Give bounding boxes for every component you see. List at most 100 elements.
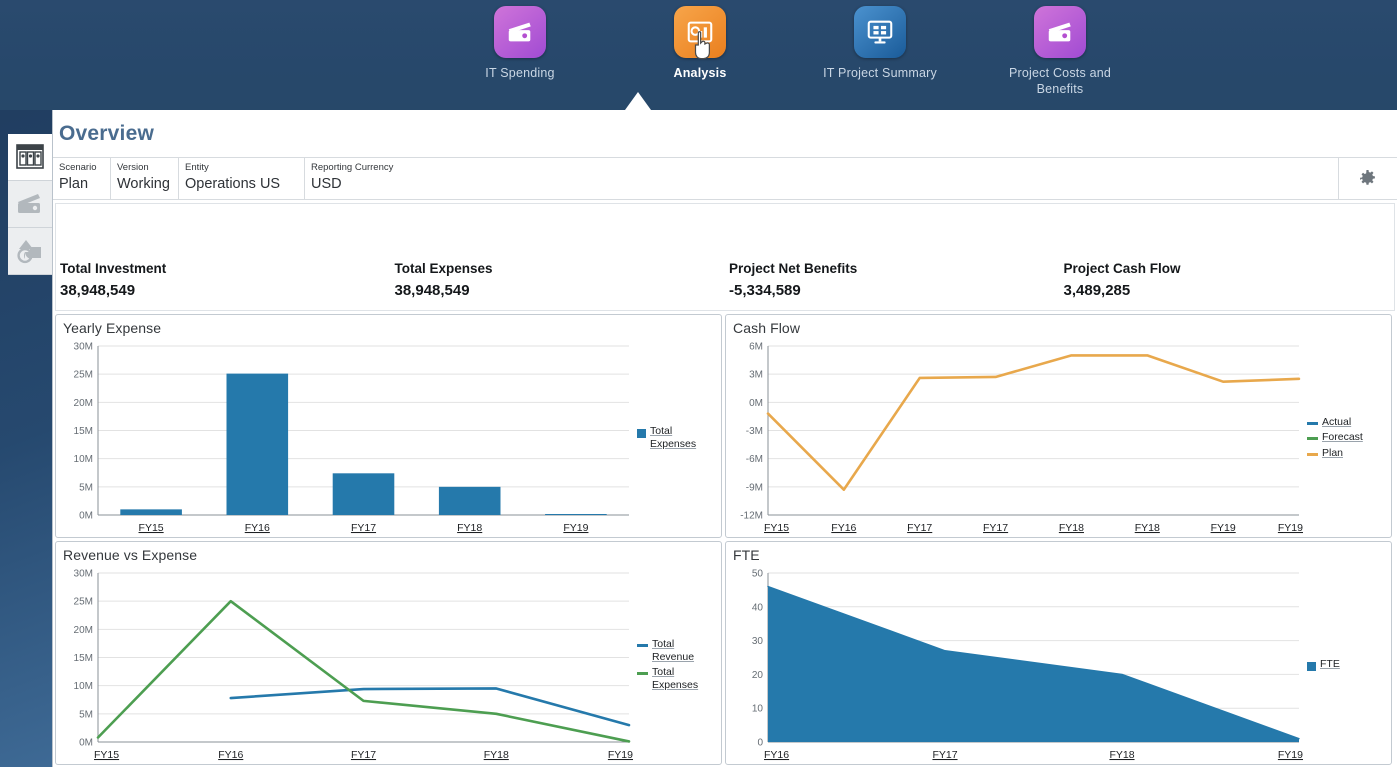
- nav-item-it-spending[interactable]: IT Spending: [460, 6, 580, 97]
- nav-item-analysis[interactable]: Analysis: [640, 6, 760, 97]
- legend-item[interactable]: FTE: [1307, 658, 1387, 671]
- chart-legend-cash-flow: Actual Forecast Plan: [1307, 338, 1391, 537]
- kpi-label: Project Cash Flow: [1064, 258, 1395, 280]
- svg-text:0: 0: [757, 738, 763, 749]
- svg-text:15M: 15M: [74, 426, 93, 437]
- svg-text:25M: 25M: [74, 597, 93, 608]
- svg-text:FY16: FY16: [218, 749, 243, 761]
- chart-title: Yearly Expense: [56, 315, 721, 338]
- svg-text:15M: 15M: [74, 653, 93, 664]
- legend-item[interactable]: Total Expenses: [637, 666, 717, 691]
- legend-swatch: [1307, 437, 1318, 440]
- chart-plot-fte[interactable]: 01020304050FY16FY17FY18FY19: [726, 565, 1307, 764]
- monitor-glyph: [865, 17, 895, 47]
- svg-text:FY19: FY19: [608, 749, 633, 761]
- chart-card-cash-flow: Cash Flow -12M-9M-6M-3M0M3M6MFY15FY16FY1…: [725, 314, 1392, 538]
- pov-value: Working: [117, 174, 168, 194]
- point-of-view-bar: Scenario Plan Version Working Entity Ope…: [53, 157, 1397, 200]
- settings-button[interactable]: [1338, 158, 1396, 199]
- chart-plot-yearly-expense[interactable]: 0M5M10M15M20M25M30MFY15FY16FY17FY18FY19: [56, 338, 637, 537]
- legend-label: Plan: [1322, 447, 1343, 460]
- monitor-dashboard-icon[interactable]: [854, 6, 906, 58]
- chart-title: Cash Flow: [726, 315, 1391, 338]
- rail-item-spending[interactable]: [8, 181, 52, 228]
- svg-text:10M: 10M: [74, 681, 93, 692]
- svg-text:FY19: FY19: [1278, 522, 1303, 534]
- svg-text:FY19: FY19: [1278, 749, 1303, 761]
- pov-entity[interactable]: Entity Operations US: [179, 158, 305, 199]
- kpi-project-cash-flow: Project Cash Flow 3,489,285: [1060, 204, 1395, 310]
- rail-item-analysis[interactable]: [8, 228, 52, 275]
- pov-scenario[interactable]: Scenario Plan: [53, 158, 111, 199]
- legend-label: Forecast: [1322, 431, 1363, 444]
- legend-item[interactable]: Plan: [1307, 447, 1387, 460]
- chart-legend-yearly-expense: Total Expenses: [637, 338, 721, 537]
- svg-text:FY15: FY15: [94, 749, 119, 761]
- pov-value: Operations US: [185, 174, 294, 194]
- kpi-project-net-benefits: Project Net Benefits -5,334,589: [725, 204, 1060, 310]
- svg-text:FY18: FY18: [1109, 749, 1134, 761]
- analysis-magnifier-icon[interactable]: [674, 6, 726, 58]
- svg-text:FY17: FY17: [983, 522, 1008, 534]
- svg-text:-3M: -3M: [746, 426, 763, 437]
- wallet-glyph: [1045, 17, 1075, 47]
- shapes-analysis-icon: [16, 238, 44, 264]
- top-nav-items: IT Spending Analysis: [460, 6, 1120, 97]
- legend-swatch: [1307, 422, 1318, 425]
- svg-text:20: 20: [752, 670, 764, 681]
- svg-text:20M: 20M: [74, 625, 93, 636]
- svg-text:FY16: FY16: [245, 522, 270, 534]
- chart-card-yearly-expense: Yearly Expense 0M5M10M15M20M25M30MFY15FY…: [55, 314, 722, 538]
- kpi-total-expenses: Total Expenses 38,948,549: [391, 204, 726, 310]
- wallet-icon: [16, 191, 44, 217]
- legend-swatch: [637, 672, 648, 675]
- kpi-label: Total Expenses: [395, 258, 726, 280]
- svg-text:3M: 3M: [749, 370, 763, 381]
- top-navigation-bar: IT Spending Analysis: [0, 0, 1397, 110]
- kpi-total-investment: Total Investment 38,948,549: [56, 204, 391, 310]
- nav-label: IT Spending: [485, 65, 554, 81]
- chart-card-revenue-vs-expense: Revenue vs Expense 0M5M10M15M20M25M30MFY…: [55, 541, 722, 765]
- legend-swatch: [637, 644, 648, 647]
- svg-text:0M: 0M: [749, 398, 763, 409]
- svg-text:FY18: FY18: [1059, 522, 1084, 534]
- rail-item-dashboard[interactable]: [8, 134, 52, 181]
- svg-text:0M: 0M: [79, 738, 93, 749]
- legend-item[interactable]: Actual: [1307, 416, 1387, 429]
- nav-label: Analysis: [673, 65, 726, 81]
- wallet-glyph: [505, 17, 535, 47]
- wallet-icon[interactable]: [1034, 6, 1086, 58]
- chart-plot-cash-flow[interactable]: -12M-9M-6M-3M0M3M6MFY15FY16FY17FY17FY18F…: [726, 338, 1307, 537]
- svg-text:20M: 20M: [74, 398, 93, 409]
- legend-item[interactable]: Total Expenses: [637, 425, 717, 450]
- nav-item-project-costs-and-benefits[interactable]: Project Costs and Benefits: [1000, 6, 1120, 97]
- nav-label: IT Project Summary: [823, 65, 937, 81]
- svg-text:30: 30: [752, 636, 764, 647]
- chart-legend-fte: FTE: [1307, 565, 1391, 764]
- wallet-icon[interactable]: [494, 6, 546, 58]
- svg-text:5M: 5M: [79, 482, 93, 493]
- svg-text:10: 10: [752, 704, 764, 715]
- pov-value: Plan: [59, 174, 100, 194]
- svg-text:10M: 10M: [74, 454, 93, 465]
- mouse-cursor-hand-icon: [688, 30, 718, 60]
- chart-card-fte: FTE 01020304050FY16FY17FY18FY19 FTE: [725, 541, 1392, 765]
- active-tab-pointer: [625, 92, 651, 110]
- svg-text:FY17: FY17: [932, 749, 957, 761]
- chart-title: FTE: [726, 542, 1391, 565]
- chart-plot-revenue-vs-expense[interactable]: 0M5M10M15M20M25M30MFY15FY16FY17FY18FY19: [56, 565, 637, 764]
- pov-reporting-currency[interactable]: Reporting Currency USD: [305, 158, 1338, 199]
- pov-version[interactable]: Version Working: [111, 158, 179, 199]
- chart-grid: Yearly Expense 0M5M10M15M20M25M30MFY15FY…: [55, 314, 1395, 765]
- legend-item[interactable]: Total Revenue: [637, 638, 717, 663]
- svg-text:-9M: -9M: [746, 482, 763, 493]
- legend-item[interactable]: Forecast: [1307, 431, 1387, 444]
- svg-text:FY19: FY19: [1211, 522, 1236, 534]
- svg-text:FY17: FY17: [351, 749, 376, 761]
- svg-text:FY15: FY15: [764, 522, 789, 534]
- pov-value: USD: [311, 174, 1328, 194]
- pov-label: Reporting Currency: [311, 162, 1328, 174]
- dashboard-layout-icon: [16, 144, 44, 170]
- nav-item-it-project-summary[interactable]: IT Project Summary: [820, 6, 940, 97]
- chart-legend-revenue-vs-expense: Total Revenue Total Expenses: [637, 565, 721, 764]
